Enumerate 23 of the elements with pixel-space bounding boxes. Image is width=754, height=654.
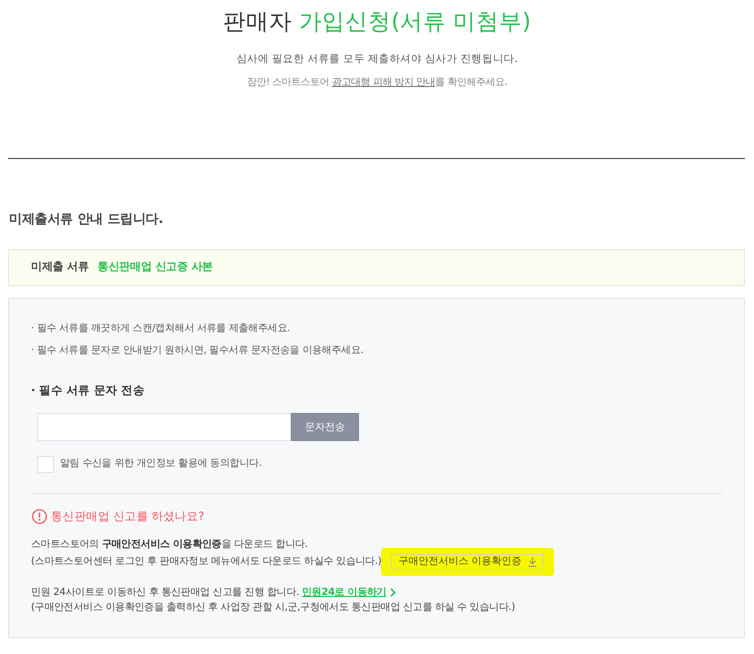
download-certificate-button[interactable]: 구매안전서비스 이용확인증 — [391, 554, 544, 570]
notice-link[interactable]: 광고대행 피해 방지 안내 — [332, 77, 436, 88]
phone-input-field[interactable] — [37, 413, 291, 441]
report-heading: 통신판매업 신고를 하셨나요? — [51, 508, 204, 525]
consent-checkbox[interactable] — [37, 456, 54, 472]
page-subtitle: 심사에 필요한 서류를 모두 제출하셔야 심사가 진행됩니다. — [235, 52, 519, 67]
missing-label: 미제출 서류 — [31, 259, 89, 275]
section-title: 미제출서류 안내 드립니다. — [8, 211, 164, 229]
guide-text: · 필수 서류를 문자로 안내받기 원하시면, 필수서류 문자전송을 이용해주세요. — [31, 344, 364, 358]
missing-document-name: 통신판매업 신고증 사본 — [98, 259, 213, 275]
download-text: 스마트스토어의 구매안전서비스 이용확인증을 다운로드 합니다. — [31, 538, 309, 552]
guide-text: · 필수 서류를 깨끗하게 스캔/캡쳐해서 서류를 제출해주세요. — [31, 322, 291, 336]
chevron-right-icon — [390, 588, 396, 597]
download-icon — [528, 556, 537, 566]
send-sms-button[interactable]: 문자전송 — [291, 413, 359, 441]
sms-heading: · 필수 서류 문자 전송 — [31, 382, 146, 399]
page-title: 판매자 가입신청(서류 미첨부) — [222, 8, 532, 37]
minwon-note: (구매안전서비스 이용확인증을 출력하신 후 사업장 관할 시,군,구청에서도 통신판매업 신고를 하실 수 있습니다.) — [31, 601, 516, 615]
notice-text: 잠깐! 스마트스토어 광고대행 피해 방지 안내를 확인해주세요. — [246, 76, 508, 90]
warning-icon — [32, 508, 47, 524]
consent-label: 알림 수신을 위한 개인정보 활용에 동의합니다. — [60, 457, 262, 471]
download-text: (스마트스토어센터 로그인 후 판매자정보 메뉴에서도 다운로드 하실수 있습니다.) — [31, 555, 382, 569]
minwon-text: 민원 24사이트로 이동하신 후 통신판매업 신고를 진행 합니다. 민원24로 이동하기 — [31, 585, 723, 600]
